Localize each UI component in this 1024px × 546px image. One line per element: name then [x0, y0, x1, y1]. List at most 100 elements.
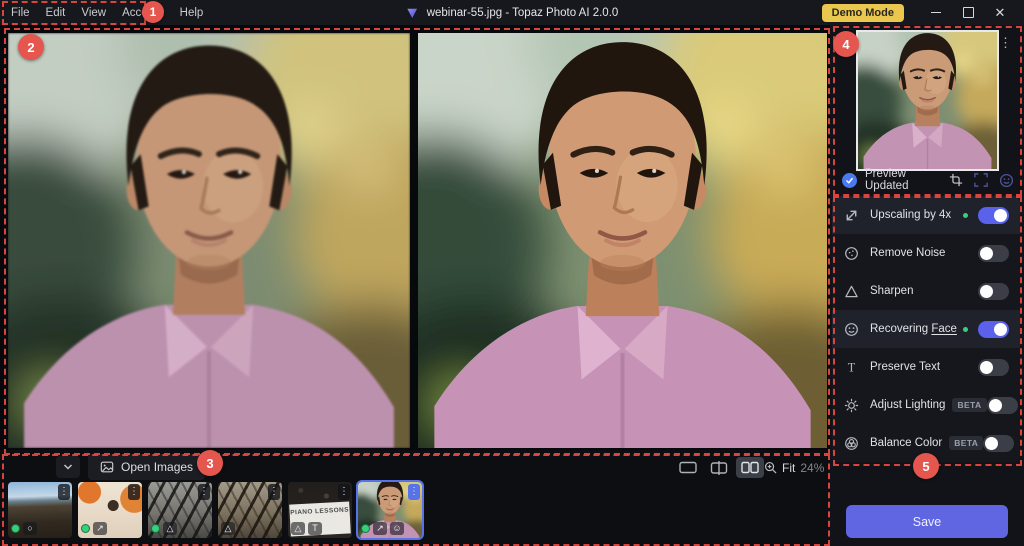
thumb-menu-icon[interactable]: ⋮: [268, 484, 280, 500]
fit-label: Fit: [782, 461, 795, 475]
remove-noise-toggle[interactable]: [978, 245, 1009, 262]
view-mode-single-button[interactable]: [674, 457, 702, 478]
menu-edit[interactable]: Edit: [46, 7, 66, 19]
single-view-icon: [679, 460, 697, 475]
check-circle-icon: [842, 173, 857, 188]
color-wheel-icon: [843, 435, 860, 452]
zoom-control[interactable]: Fit 24%: [764, 457, 840, 478]
filmstrip-thumb-4[interactable]: ⋮ △: [218, 482, 282, 538]
upscale-arrow-icon: [843, 207, 860, 224]
filmstrip-thumb-5[interactable]: PIANO LESSONS ⋮ △T: [288, 482, 352, 538]
preview-status-row: Preview Updated: [842, 169, 1014, 191]
face-preview-icon[interactable]: [999, 173, 1014, 188]
magnifier-icon: [764, 461, 777, 474]
annotation-circle-2: 2: [18, 34, 44, 60]
preview-thumbnail[interactable]: [856, 30, 999, 171]
before-image-panel[interactable]: [8, 33, 410, 448]
view-mode-side-by-side-button[interactable]: [736, 457, 764, 478]
face-badge-icon: ☺: [390, 522, 404, 535]
thumb-menu-icon[interactable]: ⋮: [58, 484, 70, 500]
side-by-side-view-icon: [741, 460, 759, 475]
zoom-percent: 24%: [800, 461, 824, 475]
save-button[interactable]: Save: [846, 505, 1008, 538]
filter-row-adjust-lighting[interactable]: Adjust Lighting BETA: [832, 386, 1020, 424]
enabled-dot: [963, 327, 968, 332]
filter-row-preserve-text[interactable]: T Preserve Text: [832, 348, 1020, 386]
split-view-icon: [710, 460, 728, 476]
menu-file[interactable]: File: [11, 7, 30, 19]
sharpen-badge-icon: △: [291, 522, 305, 535]
minimize-icon: [931, 12, 941, 13]
enabled-dot: [963, 213, 968, 218]
filter-row-upscaling[interactable]: Upscaling by 4x: [832, 196, 1020, 234]
upscale-badge-icon: ↗: [93, 522, 107, 535]
preview-portrait-image: [858, 32, 997, 169]
filter-row-remove-noise[interactable]: Remove Noise: [832, 234, 1020, 272]
thumb-menu-icon[interactable]: ⋮: [408, 484, 420, 500]
text-T-icon: T: [843, 359, 860, 376]
bottom-bar: Open Images Fit 24% ⋮ ○ ⋮ ↗: [0, 450, 830, 546]
processed-dot: [361, 524, 370, 533]
sharpen-badge-icon: △: [221, 522, 235, 535]
filmstrip-thumb-6-selected[interactable]: ⋮ ↗☺: [358, 482, 422, 538]
preview-status-text: Preview Updated: [865, 168, 949, 192]
processed-dot: [11, 524, 20, 533]
after-image-panel[interactable]: [418, 33, 827, 448]
adjust-lighting-toggle[interactable]: [987, 397, 1018, 414]
filmstrip: ⋮ ○ ⋮ ↗ ⋮ △ ⋮ △ PIANO LESSONS ⋮ △T: [8, 482, 422, 538]
sharpen-toggle[interactable]: [978, 283, 1009, 300]
maximize-icon: [963, 7, 974, 18]
annotation-circle-5: 5: [913, 453, 939, 479]
beta-badge: BETA: [952, 398, 986, 412]
thumb-menu-icon[interactable]: ⋮: [198, 484, 210, 500]
open-images-button[interactable]: Open Images: [88, 454, 205, 480]
preview-menu-icon[interactable]: ⋮: [999, 36, 1012, 49]
beta-badge: BETA: [949, 436, 983, 450]
upscaling-toggle[interactable]: [978, 207, 1009, 224]
filmstrip-thumb-3[interactable]: ⋮ △: [148, 482, 212, 538]
open-images-label: Open Images: [121, 460, 193, 474]
filter-row-recovering-face[interactable]: Recovering Face: [832, 310, 1020, 348]
filters-panel: Upscaling by 4x Remove Noise Sharpen: [832, 196, 1020, 462]
menu-bar: File Edit View Account Help: [0, 7, 203, 19]
close-button[interactable]: ✕: [984, 2, 1016, 24]
menu-view[interactable]: View: [81, 7, 106, 19]
demo-mode-badge: Demo Mode: [822, 4, 904, 22]
recovering-face-toggle[interactable]: [978, 321, 1009, 338]
sharpen-badge-icon: △: [163, 522, 177, 535]
upscale-badge-icon: ↗: [373, 522, 387, 535]
filter-row-sharpen[interactable]: Sharpen: [832, 272, 1020, 310]
after-portrait-image: [418, 33, 827, 448]
menu-help[interactable]: Help: [180, 7, 204, 19]
processed-dot: [151, 524, 160, 533]
collapse-filmstrip-button[interactable]: [56, 456, 80, 478]
app-logo-icon: [406, 6, 419, 19]
titlebar-right: Demo Mode ✕: [822, 2, 1016, 24]
view-mode-split-button[interactable]: [705, 457, 733, 478]
annotation-circle-3: 3: [197, 450, 223, 476]
crop-icon[interactable]: [949, 173, 963, 187]
processed-dot: [81, 524, 90, 533]
image-icon: [100, 460, 114, 474]
balance-color-toggle[interactable]: [983, 435, 1014, 452]
fullscreen-icon[interactable]: [974, 173, 988, 187]
annotation-circle-4: 4: [833, 31, 859, 57]
preserve-text-badge-icon: T: [308, 522, 322, 535]
filmstrip-thumb-1[interactable]: ⋮ ○: [8, 482, 72, 538]
before-portrait-image: [8, 33, 410, 448]
maximize-button[interactable]: [952, 2, 984, 24]
thumb-menu-icon[interactable]: ⋮: [338, 484, 350, 500]
chevron-down-icon: [62, 461, 74, 473]
noise-circle-icon: [843, 245, 860, 262]
topaz-photo-ai-window: File Edit View Account Help webinar-55.j…: [0, 0, 1024, 546]
thumb-menu-icon[interactable]: ⋮: [128, 484, 140, 500]
comparison-canvas: [0, 25, 830, 450]
minimize-button[interactable]: [920, 2, 952, 24]
sun-icon: [843, 397, 860, 414]
annotation-circle-1: 1: [142, 1, 164, 23]
face-smiley-icon: [843, 321, 860, 338]
window-title: webinar-55.jpg - Topaz Photo AI 2.0.0: [406, 6, 619, 19]
preserve-text-toggle[interactable]: [978, 359, 1009, 376]
filmstrip-thumb-2[interactable]: ⋮ ↗: [78, 482, 142, 538]
balance-color-badge-icon: ○: [23, 522, 37, 535]
